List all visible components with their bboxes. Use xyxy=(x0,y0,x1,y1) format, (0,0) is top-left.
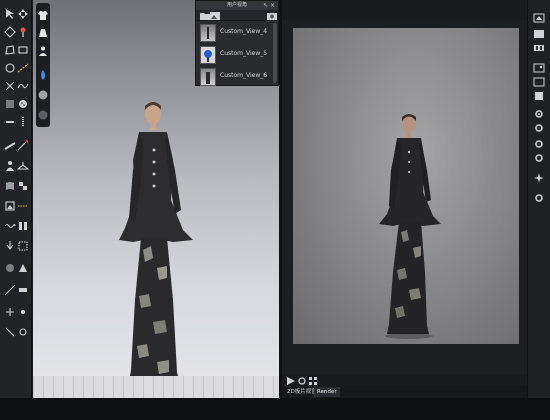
graphic-icon[interactable] xyxy=(4,200,16,212)
window-tab-bar: 2D板片视窗 Render xyxy=(282,386,527,398)
image-icon[interactable] xyxy=(533,90,545,102)
settings-icon[interactable] xyxy=(533,138,545,150)
picture-icon[interactable] xyxy=(533,28,545,40)
rendered-avatar-figure xyxy=(375,112,465,340)
button-icon[interactable] xyxy=(17,98,29,110)
tape-icon[interactable] xyxy=(17,284,29,296)
image-icon[interactable] xyxy=(533,76,545,88)
view-thumbnail xyxy=(200,68,216,86)
settings-icon[interactable] xyxy=(533,152,545,164)
measure-icon[interactable] xyxy=(17,140,29,152)
views-panel-toolbar xyxy=(196,10,278,21)
skirt-icon[interactable] xyxy=(37,27,49,39)
user-views-panel: 用户视角 ↖ × Custom_View_4 Custom_View_5 Cus xyxy=(195,0,279,86)
hanger-icon[interactable] xyxy=(17,160,29,172)
topstitch-icon[interactable] xyxy=(17,200,29,212)
fold-arrange-icon[interactable] xyxy=(17,220,29,232)
settings-icon[interactable] xyxy=(533,192,545,204)
puckering-icon[interactable] xyxy=(4,220,16,232)
render-canvas[interactable] xyxy=(293,28,519,344)
right-toolbar xyxy=(527,0,550,398)
select-icon[interactable] xyxy=(17,240,29,252)
view-label: Custom_View_5 xyxy=(220,50,268,57)
move-icon[interactable] xyxy=(4,306,16,318)
pin-icon[interactable] xyxy=(17,26,29,38)
views-panel-titlebar: 用户视角 ↖ × xyxy=(196,1,278,10)
status-bar xyxy=(0,398,550,420)
segment-sew-icon[interactable] xyxy=(4,80,16,92)
rectangle-icon[interactable] xyxy=(17,44,29,56)
free-sew-icon[interactable] xyxy=(17,80,29,92)
settings-icon[interactable] xyxy=(296,375,306,385)
tab-label: 2D板片视窗 xyxy=(287,389,317,395)
buttonhole-icon[interactable] xyxy=(4,116,16,128)
render-bottom-toolbar xyxy=(282,375,527,386)
settings-icon[interactable] xyxy=(533,122,545,134)
views-panel-title: 用户视角 xyxy=(226,2,247,8)
image-icon[interactable] xyxy=(209,10,220,20)
app-window: 用户视角 ↖ × Custom_View_4 Custom_View_5 Cus xyxy=(0,0,550,420)
views-scrollbar[interactable] xyxy=(273,23,277,83)
texture-icon[interactable] xyxy=(4,262,16,274)
pressure-icon[interactable] xyxy=(4,240,16,252)
folder-icon[interactable] xyxy=(199,10,210,20)
viewport-display-toolbar xyxy=(36,3,50,127)
graphic-icon[interactable] xyxy=(17,262,29,274)
move-icon[interactable] xyxy=(17,8,29,20)
camera-icon[interactable] xyxy=(266,10,277,20)
fabric-icon[interactable] xyxy=(4,180,16,192)
view-thumbnail xyxy=(200,24,216,42)
view-thumbnail xyxy=(200,46,216,64)
shirt-icon[interactable] xyxy=(37,9,49,21)
tab-label: Render xyxy=(317,389,337,395)
close-icon[interactable]: × xyxy=(270,1,275,10)
list-item[interactable]: Custom_View_4 xyxy=(196,23,278,43)
view-label: Custom_View_6 xyxy=(220,72,268,79)
floor-grid xyxy=(33,376,279,398)
circle-icon[interactable] xyxy=(4,62,16,74)
film-icon[interactable] xyxy=(533,42,545,54)
sphere-icon[interactable] xyxy=(37,89,49,101)
sewing-icon[interactable] xyxy=(17,62,29,74)
list-item[interactable]: Custom_View_6 xyxy=(196,67,278,87)
zipper-icon[interactable] xyxy=(17,116,29,128)
view-label: Custom_View_4 xyxy=(220,28,268,35)
select-icon[interactable] xyxy=(4,8,16,20)
circle-icon[interactable] xyxy=(17,326,29,338)
check-sew-icon[interactable] xyxy=(4,98,16,110)
avatar-icon[interactable] xyxy=(37,45,49,57)
water-drop-icon[interactable] xyxy=(37,69,49,81)
render-top-bar xyxy=(282,0,527,20)
measure-icon[interactable] xyxy=(4,284,16,296)
fold-icon[interactable] xyxy=(4,326,16,338)
grid-icon[interactable] xyxy=(307,375,317,385)
avatar-icon[interactable] xyxy=(4,160,16,172)
pin-panel-icon[interactable]: ↖ xyxy=(263,1,268,10)
list-item[interactable]: Custom_View_5 xyxy=(196,45,278,65)
settings-icon[interactable] xyxy=(533,108,545,120)
polygon-icon[interactable] xyxy=(4,44,16,56)
fold-icon[interactable] xyxy=(4,26,16,38)
tab-render[interactable]: Render xyxy=(314,387,340,397)
dark-sphere-icon[interactable] xyxy=(37,109,49,121)
3d-avatar-figure[interactable] xyxy=(113,100,253,392)
pin-icon[interactable] xyxy=(17,306,29,318)
render-icon[interactable] xyxy=(285,375,295,385)
tape-icon[interactable] xyxy=(4,140,16,152)
texture-icon[interactable] xyxy=(17,180,29,192)
render-window xyxy=(282,0,527,375)
sparkle-icon[interactable] xyxy=(533,172,545,184)
left-toolbar xyxy=(0,0,32,398)
render-icon[interactable] xyxy=(533,12,545,24)
image-icon[interactable] xyxy=(533,62,545,74)
